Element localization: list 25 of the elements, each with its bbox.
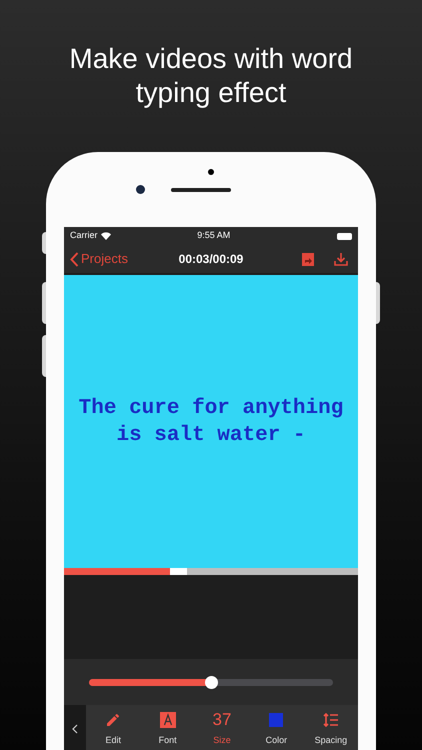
line-spacing-icon [322, 712, 339, 728]
carrier-label: Carrier [70, 229, 98, 242]
toolbar-tab[interactable]: Color [249, 705, 304, 750]
headline: Make videos with word typing effect [68, 42, 354, 110]
back-button[interactable]: Projects [70, 249, 150, 269]
toolbar-tab[interactable]: 37 Size [194, 705, 250, 750]
size-value: 37 [212, 710, 232, 729]
chevron-left-icon [70, 252, 79, 266]
toolbar-tab[interactable]: Spacing [304, 705, 358, 750]
clock-time: 9:55 AM [196, 229, 232, 242]
share-icon[interactable] [302, 252, 314, 266]
speaker-grille [170, 188, 230, 192]
toolbar-tab[interactable]: Edit [86, 705, 140, 750]
slider-thumb[interactable] [205, 676, 218, 688]
chevron-left-icon [72, 724, 78, 734]
camera-lens [136, 185, 144, 194]
battery-icon [337, 232, 352, 240]
timecode: 00:03/00:09 [178, 251, 244, 268]
pencil-icon [105, 712, 122, 728]
letter-box-icon [160, 712, 176, 728]
playhead [170, 568, 187, 575]
typed-caption: The cure for anything is salt water - [78, 396, 344, 448]
download-icon[interactable] [334, 252, 348, 266]
toolbar-tab[interactable]: Font [140, 705, 195, 750]
wifi-icon [100, 232, 111, 240]
